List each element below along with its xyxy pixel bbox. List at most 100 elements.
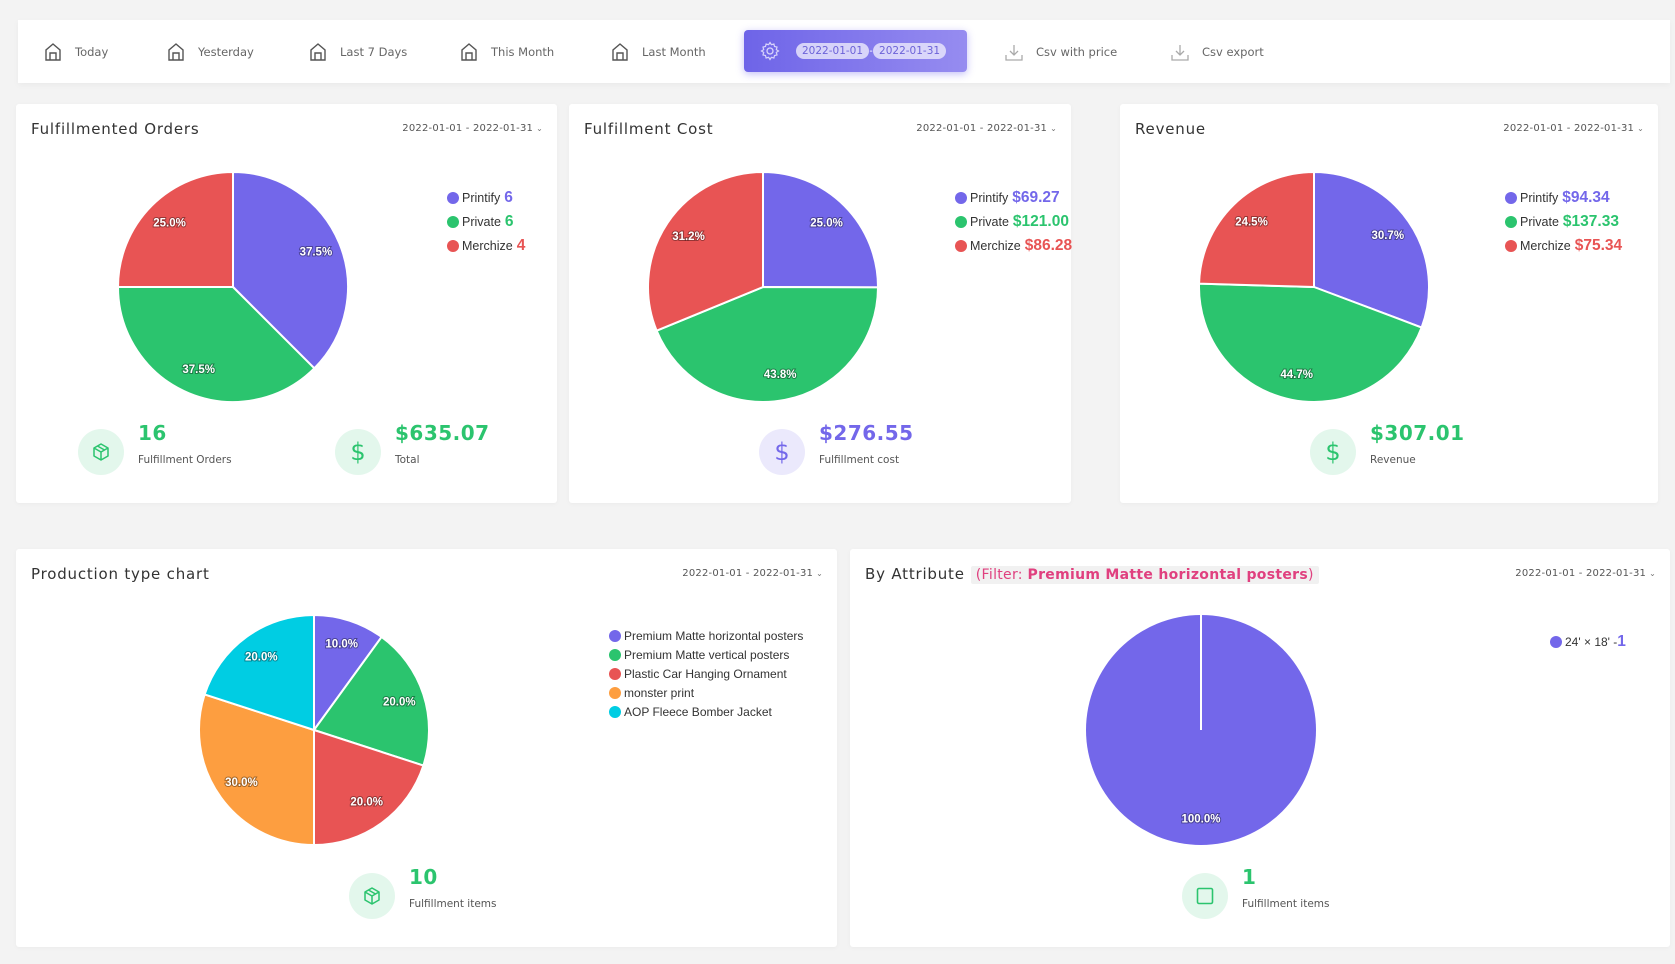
download-icon	[1005, 44, 1023, 61]
date-range-picker[interactable]: 2022-01-01 - 2022-01-31	[744, 30, 967, 72]
stat-value: 16	[138, 421, 167, 445]
legend-item[interactable]: Premium Matte vertical posters	[609, 645, 803, 664]
legend-label: Plastic Car Hanging Ornament	[624, 666, 787, 681]
pie-slice-label: 30.7%	[1371, 230, 1404, 242]
cost-total-stat: $ $276.55 Fulfillment cost	[759, 421, 914, 475]
legend-label: Premium Matte vertical posters	[624, 647, 790, 662]
dollar-icon: $	[1310, 429, 1356, 475]
date-toolbar: Today Yesterday Last 7 Days This Month L…	[18, 20, 1670, 83]
csv-export-button[interactable]: Csv export	[1171, 20, 1264, 83]
legend-value: 1	[1617, 632, 1626, 650]
pie-slice-label: 25.0%	[810, 218, 843, 230]
legend-dot	[955, 192, 967, 204]
legend-label: Printify	[970, 191, 1009, 205]
legend-dot	[609, 705, 621, 718]
legend-dot	[1505, 192, 1517, 204]
legend-value: 4	[516, 237, 526, 254]
stat-label: Total	[395, 454, 420, 466]
pie-slice-label: 20.0%	[245, 651, 278, 663]
by-attribute-card: By Attribute (Filter: Premium Matte horiz…	[850, 549, 1670, 947]
legend-item-merchize[interactable]: Merchize $75.34	[1505, 234, 1622, 258]
fulfillment-cost-card: Fulfillment Cost 2022-01-01 - 2022-01-31…	[569, 104, 1072, 503]
pie-slice-label: 37.5%	[182, 364, 215, 376]
pie-slice-label: 30.0%	[225, 777, 258, 789]
legend-item-merchize[interactable]: Merchize $86.28	[955, 234, 1072, 258]
legend-item[interactable]: Plastic Car Hanging Ornament	[609, 664, 803, 683]
revenue-card: Revenue 2022-01-01 - 2022-01-31 ⌄ 30.7% 44…	[1120, 104, 1658, 503]
this-month-button[interactable]: This Month	[460, 20, 554, 83]
legend-dot	[609, 667, 621, 680]
legend-dot	[955, 240, 967, 252]
pie-slice-label: 100.0%	[1181, 814, 1220, 826]
csv-with-price-button[interactable]: Csv with price	[1005, 20, 1117, 83]
home-icon	[168, 42, 184, 61]
legend-dot	[1505, 216, 1517, 228]
legend-item-private[interactable]: Private $137.33	[1505, 210, 1622, 234]
legend-item[interactable]: Premium Matte horizontal posters	[609, 626, 803, 645]
legend-item-printify[interactable]: Printify $69.27	[955, 186, 1072, 210]
legend-label: monster print	[624, 685, 695, 700]
revenue-legend: Printify $94.34 Private $137.33 Merchize $7…	[1505, 186, 1622, 258]
last-month-button[interactable]: Last Month	[611, 20, 706, 83]
legend-label: Private	[970, 215, 1009, 229]
yesterday-button[interactable]: Yesterday	[167, 20, 254, 83]
legend-dot	[447, 192, 459, 204]
range-start[interactable]: 2022-01-01	[796, 43, 870, 59]
last-7-days-button[interactable]: Last 7 Days	[309, 20, 407, 83]
range-end[interactable]: 2022-01-31	[873, 43, 947, 59]
cost-legend: Printify $69.27 Private $121.00 Merchize $8…	[955, 186, 1072, 258]
dollar-icon: $	[335, 429, 381, 475]
yesterday-label: Yesterday	[198, 44, 254, 59]
pie-slice-label: 25.0%	[153, 218, 186, 230]
legend-value: $69.27	[1012, 189, 1060, 206]
attribute-items-stat: 1 Fulfillment items	[1182, 865, 1329, 919]
pie-slice-label: 24.5%	[1235, 217, 1268, 229]
legend-dot	[1550, 635, 1562, 648]
csv-with-price-label: Csv with price	[1036, 44, 1118, 59]
download-icon	[1171, 44, 1189, 61]
legend-item-merchize[interactable]: Merchize 4	[447, 234, 525, 258]
gear-icon	[760, 41, 780, 61]
legend-label: Printify	[462, 191, 501, 205]
legend-dot	[447, 240, 459, 252]
legend-item-printify[interactable]: Printify 6	[447, 186, 525, 210]
production-legend: Premium Matte horizontal posters Premium…	[609, 626, 803, 721]
production-type-card: Production type chart 2022-01-01 - 2022-…	[16, 549, 837, 947]
legend-value: 6	[504, 213, 514, 230]
box-icon	[349, 873, 395, 919]
legend-label: Merchize	[970, 239, 1021, 253]
revenue-total-stat: $ $307.01 Revenue	[1310, 421, 1465, 475]
legend-label: Premium Matte horizontal posters	[624, 628, 804, 643]
orders-count-stat: 16 Fulfillment Orders	[78, 421, 232, 475]
stat-value: $635.07	[395, 421, 490, 445]
orders-legend: Printify 6 Private 6 Merchize 4	[447, 186, 525, 258]
stat-label: Fulfillment items	[409, 898, 497, 910]
legend-value: $94.34	[1562, 189, 1610, 206]
stat-value: $307.01	[1370, 421, 1465, 445]
pie-slice[interactable]	[1198, 171, 1315, 288]
legend-dot	[609, 648, 621, 661]
legend-item[interactable]: monster print	[609, 683, 803, 702]
legend-dot	[447, 216, 459, 228]
stat-label: Revenue	[1370, 454, 1416, 466]
last-7-days-label: Last 7 Days	[340, 44, 408, 59]
pie-slice-label: 10.0%	[325, 639, 358, 651]
pie-slice-label: 20.0%	[350, 797, 383, 809]
home-icon	[612, 42, 628, 61]
pie-slice-label: 20.0%	[383, 696, 416, 708]
legend-item-printify[interactable]: Printify $94.34	[1505, 186, 1622, 210]
pie-slice-label: 37.5%	[300, 247, 333, 259]
legend-item-private[interactable]: Private $121.00	[955, 210, 1072, 234]
home-icon	[461, 42, 477, 61]
today-button[interactable]: Today	[44, 20, 108, 83]
legend-item[interactable]: AOP Fleece Bomber Jacket	[609, 702, 803, 721]
legend-item[interactable]: 24' × 18' - 1	[1550, 632, 1626, 651]
production-items-stat: 10 Fulfillment items	[349, 865, 496, 919]
legend-item-private[interactable]: Private 6	[447, 210, 525, 234]
stat-label: Fulfillment Orders	[138, 454, 232, 466]
attribute-legend: 24' × 18' - 1	[1550, 632, 1626, 651]
legend-value: $137.33	[1562, 213, 1619, 230]
legend-dot	[955, 216, 967, 228]
fulfillmented-orders-card: Fulfillmented Orders 2022-01-01 - 2022-0…	[16, 104, 557, 503]
stat-label: Fulfillment items	[1242, 898, 1330, 910]
